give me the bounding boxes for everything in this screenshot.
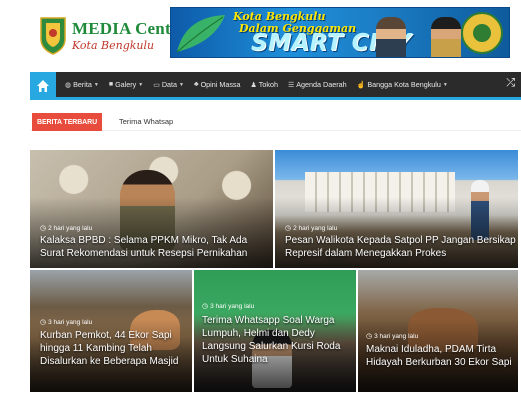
clock-icon: ◷	[40, 225, 47, 232]
news-card-time: ◷ 3 hari yang lalu	[366, 332, 419, 341]
news-card[interactable]: ◷ 3 hari yang lalu Kurban Pemkot, 44 Eko…	[30, 270, 192, 392]
nav-item-bangga-kota-bengkulu[interactable]: ☝ Bangga Kota Bengkulu ▼	[352, 80, 453, 89]
list-icon: ☰	[287, 81, 295, 89]
chevron-down-icon: ▼	[179, 81, 184, 88]
home-icon	[37, 80, 49, 92]
news-card-time: ◷ 2 hari yang lalu	[40, 224, 93, 233]
chevron-down-icon: ▼	[138, 81, 144, 88]
ticker-label: BERITA TERBARU	[32, 113, 103, 131]
news-card-title[interactable]: Kalaksa BPBD : Selama PPKM Mikro, Tak Ad…	[40, 234, 270, 260]
news-card-title[interactable]: Maknai Iduladha, PDAM Tirta Hidayah Berk…	[366, 343, 516, 369]
news-card-time: ◷ 2 hari yang lalu	[285, 224, 338, 233]
user-icon: ♟	[250, 81, 257, 89]
leaf-decoration-icon	[176, 15, 225, 53]
nav-item-galery[interactable]: ■ Galery ▼	[104, 80, 148, 89]
nav-item-berita[interactable]: ◍ Berita ▼	[60, 80, 104, 89]
news-card[interactable]: ◷ 3 hari yang lalu Maknai Iduladha, PDAM…	[358, 270, 518, 392]
site-header: MEDIA Center Kota Bengkulu Kota Bengkulu…	[0, 0, 521, 70]
city-emblem-icon	[38, 15, 68, 55]
users-icon: ♣	[193, 81, 199, 88]
main-navigation: ◍ Berita ▼ ■ Galery ▼ ▭ Data ▼ ♣ Opini M…	[30, 72, 521, 100]
news-card[interactable]: ◷ 2 hari yang lalu Pesan Walikota Kepada…	[275, 150, 518, 268]
nav-item-data[interactable]: ▭ Data ▼	[148, 80, 189, 89]
ticker-headline-link[interactable]: Terima Whatsap	[119, 117, 173, 126]
nav-item-agenda-daerah[interactable]: ☰ Agenda Daerah	[283, 80, 352, 89]
nav-item-tokoh[interactable]: ♟ Tokoh	[246, 80, 283, 89]
city-seal-icon	[461, 12, 503, 54]
clock-icon: ◷	[40, 319, 47, 326]
news-card[interactable]: ◷ 3 hari yang lalu Terima Whatsapp Soal …	[194, 270, 356, 392]
mayor-photo	[376, 17, 406, 57]
chevron-down-icon: ▼	[442, 81, 448, 88]
smart-city-banner[interactable]: Kota Bengkulu Dalam Genggaman SMART CITY	[170, 7, 510, 58]
site-logo[interactable]: MEDIA Center Kota Bengkulu	[38, 12, 186, 58]
clock-icon: ◷	[366, 333, 373, 340]
globe-icon: ◍	[65, 81, 72, 89]
shuffle-icon[interactable]: ⤮	[506, 77, 515, 90]
news-card-time: ◷ 3 hari yang lalu	[40, 318, 93, 327]
clock-icon: ◷	[202, 303, 209, 310]
thumbs-up-icon: ☝	[356, 81, 366, 89]
chevron-down-icon: ▼	[93, 81, 99, 88]
camera-icon: ■	[108, 81, 114, 88]
news-card[interactable]: ◷ 2 hari yang lalu Kalaksa BPBD : Selama…	[30, 150, 273, 268]
news-card-title[interactable]: Pesan Walikota Kepada Satpol PP Jangan B…	[285, 234, 517, 260]
home-button[interactable]	[30, 72, 56, 100]
breaking-news-ticker: BERITA TERBARU Terima Whatsap	[30, 113, 521, 131]
vice-mayor-photo	[431, 17, 461, 57]
clock-icon: ◷	[285, 225, 292, 232]
nav-item-opini-massa[interactable]: ♣ Opini Massa	[189, 80, 246, 89]
news-card-time: ◷ 3 hari yang lalu	[202, 302, 255, 311]
news-card-title[interactable]: Terima Whatsapp Soal Warga Lumpuh, Helmi…	[202, 314, 352, 366]
news-card-title[interactable]: Kurban Pemkot, 44 Ekor Sapi hingga 11 Ka…	[40, 329, 190, 368]
calendar-icon: ▭	[153, 81, 160, 89]
